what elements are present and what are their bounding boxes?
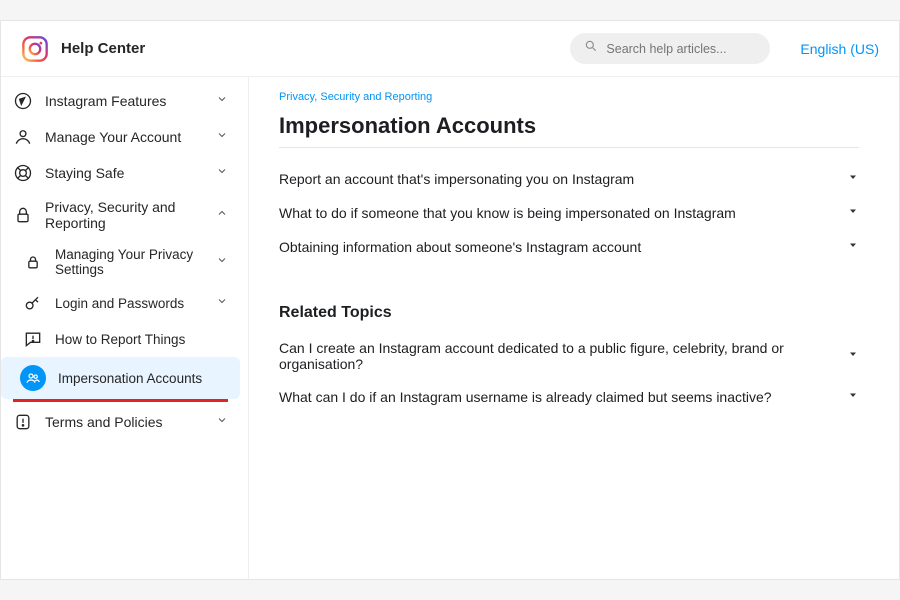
caret-down-icon [847, 170, 859, 188]
brand-title: Help Center [61, 40, 145, 57]
sidebar-item-label: Terms and Policies [45, 414, 204, 430]
sidebar-item-impersonation[interactable]: Impersonation Accounts [1, 357, 240, 399]
people-icon [20, 365, 46, 391]
faq-question: Obtaining information about someone's In… [279, 239, 641, 255]
sidebar-item-label: Managing Your Privacy Settings [55, 247, 204, 277]
sidebar-item-label: Manage Your Account [45, 129, 204, 145]
caret-down-icon [847, 238, 859, 256]
faq-question: Report an account that's impersonating y… [279, 171, 634, 187]
caret-down-icon [847, 388, 859, 406]
sidebar-item-privacy-security[interactable]: Privacy, Security and Reporting [1, 191, 240, 239]
faq-row[interactable]: Report an account that's impersonating y… [279, 162, 859, 196]
faq-row[interactable]: Obtaining information about someone's In… [279, 230, 859, 264]
sidebar-item-label: Login and Passwords [55, 296, 204, 311]
sidebar-subgroup: Managing Your Privacy Settings Login and… [1, 239, 240, 402]
related-topics-title: Related Topics [279, 304, 859, 322]
key-icon [23, 293, 43, 313]
sidebar-item-label: Privacy, Security and Reporting [45, 199, 204, 231]
sidebar-item-label: How to Report Things [55, 332, 228, 347]
related-question: What can I do if an Instagram username i… [279, 389, 772, 405]
sidebar-item-manage-account[interactable]: Manage Your Account [1, 119, 240, 155]
main-content: Privacy, Security and Reporting Imperson… [249, 77, 899, 579]
sidebar-item-label: Impersonation Accounts [58, 371, 228, 386]
active-underline [13, 399, 228, 402]
chevron-down-icon [216, 128, 228, 146]
sidebar-item-report-things[interactable]: How to Report Things [1, 321, 240, 357]
related-question: Can I create an Instagram account dedica… [279, 340, 801, 372]
sidebar-item-label: Staying Safe [45, 165, 204, 181]
chevron-down-icon [216, 92, 228, 110]
chevron-down-icon [216, 294, 228, 312]
lock-icon [13, 205, 33, 225]
chat-alert-icon [23, 329, 43, 349]
lock-small-icon [23, 252, 43, 272]
help-center-page: Help Center English (US) Instagram Featu… [0, 20, 900, 580]
chevron-down-icon [216, 164, 228, 182]
sidebar-item-terms-policies[interactable]: Terms and Policies [1, 404, 240, 440]
divider [279, 147, 859, 148]
life-ring-icon [13, 163, 33, 183]
alert-icon [13, 412, 33, 432]
faq-row[interactable]: What to do if someone that you know is b… [279, 196, 859, 230]
chevron-down-icon [216, 253, 228, 271]
search-icon [584, 39, 606, 58]
page-title: Impersonation Accounts [279, 113, 859, 139]
breadcrumb[interactable]: Privacy, Security and Reporting [279, 91, 859, 103]
caret-down-icon [847, 347, 859, 365]
sidebar-item-login-passwords[interactable]: Login and Passwords [1, 285, 240, 321]
sidebar-item-features[interactable]: Instagram Features [1, 83, 240, 119]
chevron-up-icon [216, 206, 228, 224]
compass-icon [13, 91, 33, 111]
search-input[interactable] [606, 42, 756, 56]
sidebar-item-staying-safe[interactable]: Staying Safe [1, 155, 240, 191]
caret-down-icon [847, 204, 859, 222]
sidebar: Instagram Features Manage Your Account S… [1, 77, 249, 579]
related-row[interactable]: Can I create an Instagram account dedica… [279, 332, 859, 380]
header: Help Center English (US) [1, 21, 899, 77]
person-icon [13, 127, 33, 147]
faq-question: What to do if someone that you know is b… [279, 205, 736, 221]
instagram-logo-icon [21, 35, 49, 63]
sidebar-item-label: Instagram Features [45, 93, 204, 109]
related-row[interactable]: What can I do if an Instagram username i… [279, 380, 859, 414]
chevron-down-icon [216, 413, 228, 431]
search-box[interactable] [570, 33, 770, 64]
language-selector[interactable]: English (US) [800, 41, 879, 57]
body: Instagram Features Manage Your Account S… [1, 77, 899, 579]
sidebar-item-privacy-settings[interactable]: Managing Your Privacy Settings [1, 239, 240, 285]
